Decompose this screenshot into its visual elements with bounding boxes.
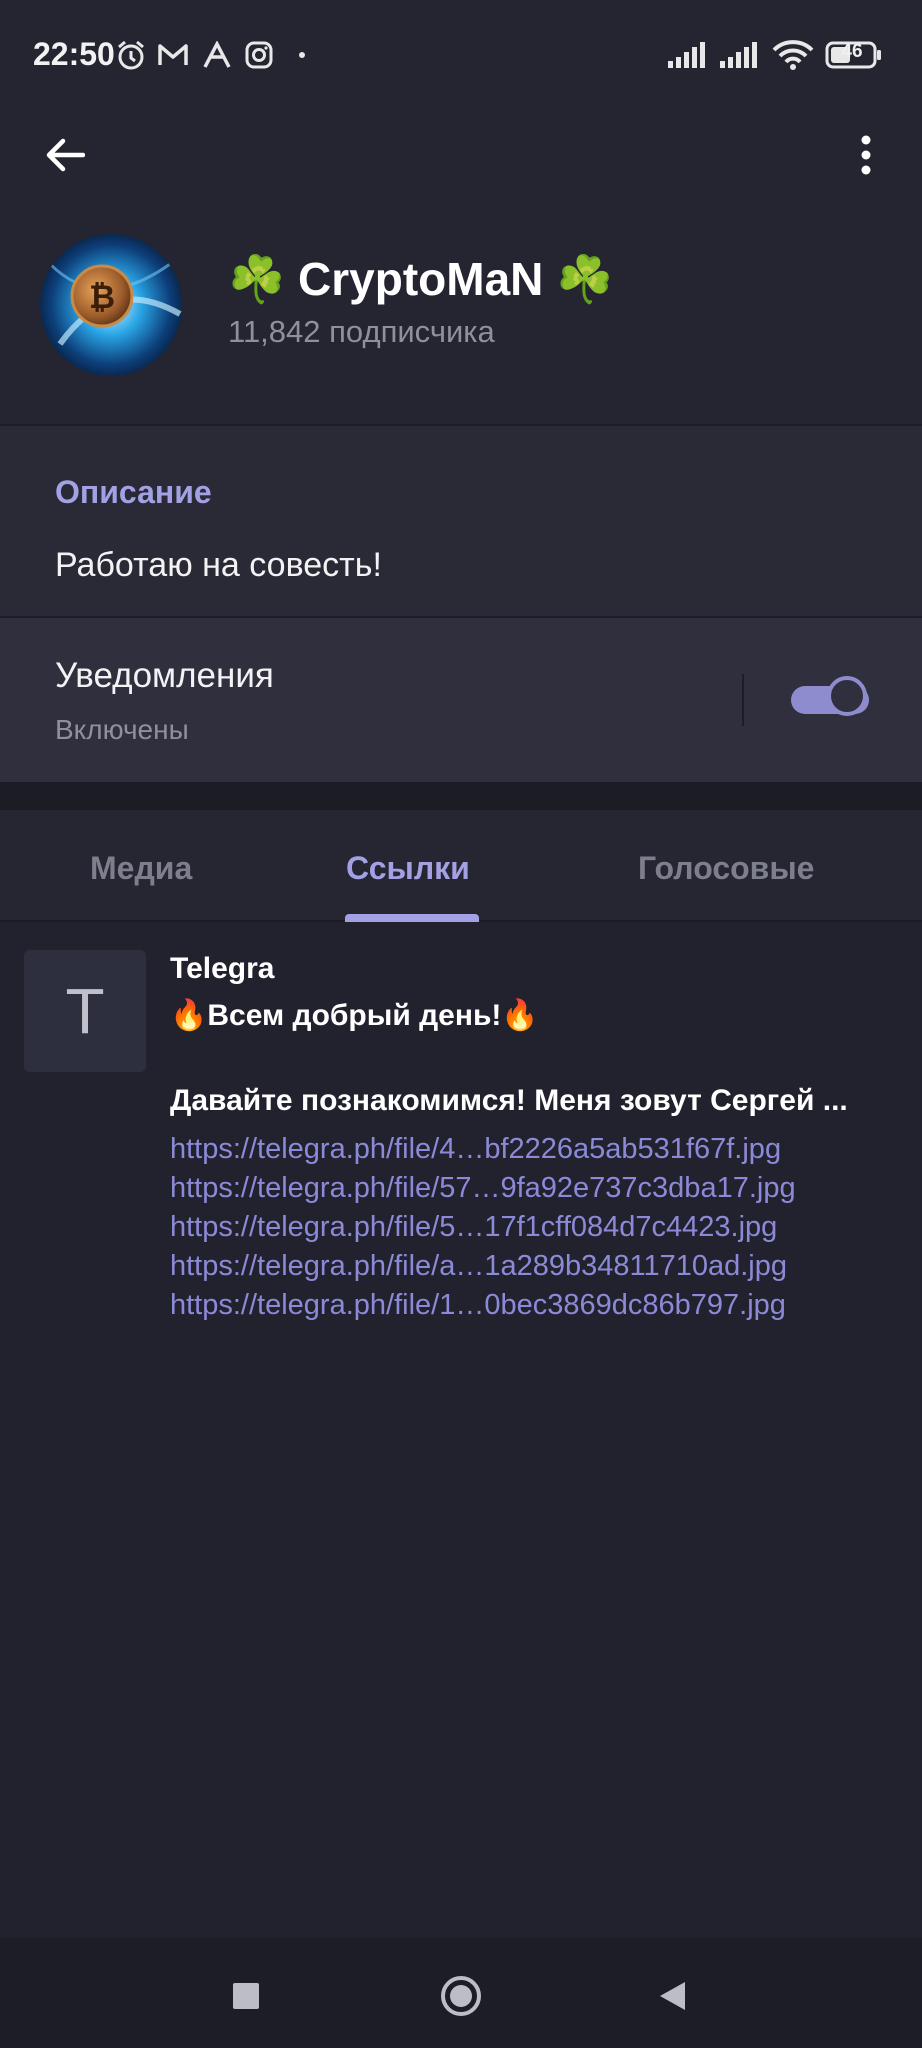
- link-thumbnail[interactable]: T: [24, 950, 146, 1072]
- section-gap: [0, 782, 922, 810]
- channel-avatar[interactable]: ₿: [40, 234, 182, 376]
- nav-back-button[interactable]: [642, 1966, 702, 2026]
- notifications-label: Уведомления: [55, 656, 274, 695]
- active-tab-indicator: [345, 914, 479, 922]
- subscriber-count: 11,842 подписчика: [228, 314, 495, 349]
- triangle-back-icon: [660, 1982, 685, 2010]
- notifications-row[interactable]: [0, 618, 922, 782]
- signal-icon: [718, 38, 762, 72]
- home-button[interactable]: [431, 1966, 491, 2026]
- description-text: Работаю на совесть!: [55, 546, 382, 584]
- signal-icon: [666, 38, 710, 72]
- link-url[interactable]: https://telegra.ph/file/5…17f1cff084d7c4…: [170, 1211, 777, 1244]
- tab-voice[interactable]: Голосовые: [638, 850, 814, 887]
- instagram-icon: [242, 38, 276, 72]
- link-url[interactable]: https://telegra.ph/file/57…9fa92e737c3db…: [170, 1172, 796, 1205]
- svg-text:₿: ₿: [89, 278, 115, 316]
- description-label: Описание: [55, 474, 212, 510]
- gmail-icon: [156, 38, 190, 72]
- tab-media[interactable]: Медиа: [90, 850, 192, 887]
- link-title[interactable]: Telegra: [170, 952, 275, 986]
- alarm-icon: [114, 38, 148, 72]
- channel-title: ☘️ CryptoMaN ☘️: [228, 253, 614, 305]
- circle-home-icon: [441, 1976, 481, 2016]
- more-options-button[interactable]: [836, 124, 896, 186]
- app-icon: [200, 38, 234, 72]
- link-url[interactable]: https://telegra.ph/file/4…bf2226a5ab531f…: [170, 1133, 781, 1166]
- wifi-icon: [770, 38, 816, 72]
- square-icon: [233, 1983, 259, 2009]
- dot-icon: [292, 38, 312, 72]
- toggle-knob: [827, 676, 867, 716]
- description-section: [0, 426, 922, 616]
- recents-button[interactable]: [216, 1966, 276, 2026]
- notifications-toggle[interactable]: [791, 676, 871, 722]
- more-vertical-icon: [861, 135, 871, 175]
- tab-links[interactable]: Ссылки: [346, 850, 470, 887]
- link-text-line: 🔥Всем добрый день!🔥: [170, 999, 539, 1032]
- link-text-line: Давайте познакомимся! Меня зовут Сергей …: [170, 1084, 848, 1117]
- link-url[interactable]: https://telegra.ph/file/a…1a289b34811710…: [170, 1250, 787, 1283]
- back-button[interactable]: [34, 124, 96, 186]
- arrow-left-icon: [46, 138, 85, 172]
- link-url[interactable]: https://telegra.ph/file/1…0bec3869dc86b7…: [170, 1289, 786, 1322]
- divider: [742, 674, 744, 726]
- status-time: 22:50: [33, 36, 115, 72]
- battery-level: 46: [841, 41, 863, 62]
- notifications-status: Включены: [55, 714, 189, 745]
